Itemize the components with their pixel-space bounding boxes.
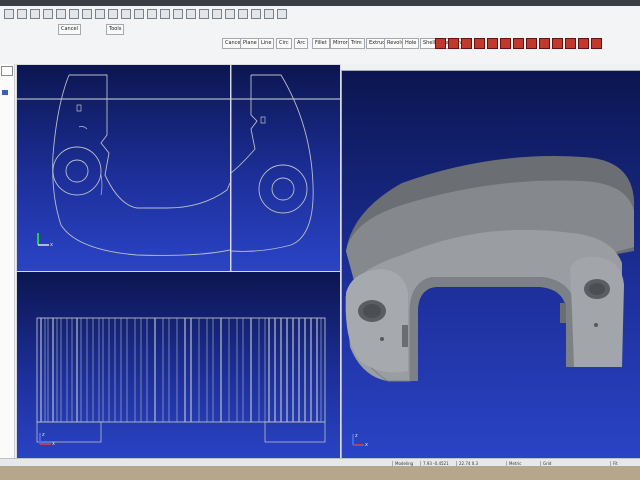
undo-icon[interactable] [56,9,66,19]
left-panel [0,64,15,462]
layer-icon[interactable] [199,9,209,19]
cad-application-window: Cancel Tools Cancel Plane Line Circ Arc Fille… [0,6,640,468]
grid-icon[interactable] [277,9,287,19]
viewport-isometric[interactable]: z x [341,70,640,464]
copy-icon[interactable] [95,9,105,19]
light-icon[interactable] [225,9,235,19]
tool-a-icon[interactable] [435,38,446,49]
tool-m-icon[interactable] [591,38,602,49]
panel-marker [2,90,8,95]
sketch-button-3[interactable]: Circ [276,38,292,49]
tool-e-icon[interactable] [487,38,498,49]
new-icon[interactable] [4,9,14,19]
axis-z-label: z [355,433,358,439]
tool-g-icon[interactable] [513,38,524,49]
monitor-bezel [0,466,640,480]
snap-icon[interactable] [186,9,196,19]
hide-icon[interactable] [264,9,274,19]
sketch-button-1[interactable]: Plane [240,38,260,49]
axis-x-label: x [50,242,53,247]
sketch-button-2[interactable]: Line [258,38,275,49]
shaded-solid-model [345,156,634,382]
axis-triad: z x [37,430,59,446]
viewport-front[interactable]: x [16,64,231,272]
paste-icon[interactable] [108,9,118,19]
cut-icon[interactable] [82,9,92,19]
main-toolbar [0,6,640,23]
tool-i-icon[interactable] [539,38,550,49]
save-icon[interactable] [30,9,40,19]
sketch-button-10[interactable]: Hole [402,38,420,49]
color-icon[interactable] [212,9,222,19]
axis-z-label: z [42,432,45,438]
secondary-toolbar: Cancel Tools [0,22,640,37]
side-view-wireframe [231,65,340,271]
open-icon[interactable] [17,9,27,19]
redo-icon[interactable] [69,9,79,19]
zoom-icon[interactable] [134,9,144,19]
sketch-button-4[interactable]: Arc [294,38,309,49]
cancel-button[interactable]: Cancel [58,24,81,35]
pan-icon[interactable] [147,9,157,19]
red-tool-strip [435,38,602,49]
tool-c-icon[interactable] [461,38,472,49]
sketch-button-5[interactable]: Fillet [312,38,330,49]
tool-f-icon[interactable] [500,38,511,49]
tool-h-icon[interactable] [526,38,537,49]
shade-icon[interactable] [251,9,261,19]
tool-k-icon[interactable] [565,38,576,49]
render-icon[interactable] [238,9,248,19]
axis-triad: z x [350,431,372,447]
tool-b-icon[interactable] [448,38,459,49]
sketch-button-7[interactable]: Trim [348,38,365,49]
print-icon[interactable] [43,9,53,19]
select-icon[interactable] [160,9,170,19]
panel-tab[interactable] [1,66,13,76]
viewport-side[interactable] [230,64,341,272]
options-toolbar: Select one entity to transform or drag t… [0,50,640,105]
axis-x-label: x [365,442,368,447]
measure-icon[interactable] [173,9,183,19]
axis-triad: x [35,231,57,247]
tool-l-icon[interactable] [578,38,589,49]
tools-button[interactable]: Tools [106,24,125,35]
top-view-wireframe [36,317,326,443]
rotate-icon[interactable] [121,9,131,19]
viewport-top[interactable]: z x [16,271,341,464]
tool-j-icon[interactable] [552,38,563,49]
axis-x-label: x [52,441,55,446]
tool-d-icon[interactable] [474,38,485,49]
